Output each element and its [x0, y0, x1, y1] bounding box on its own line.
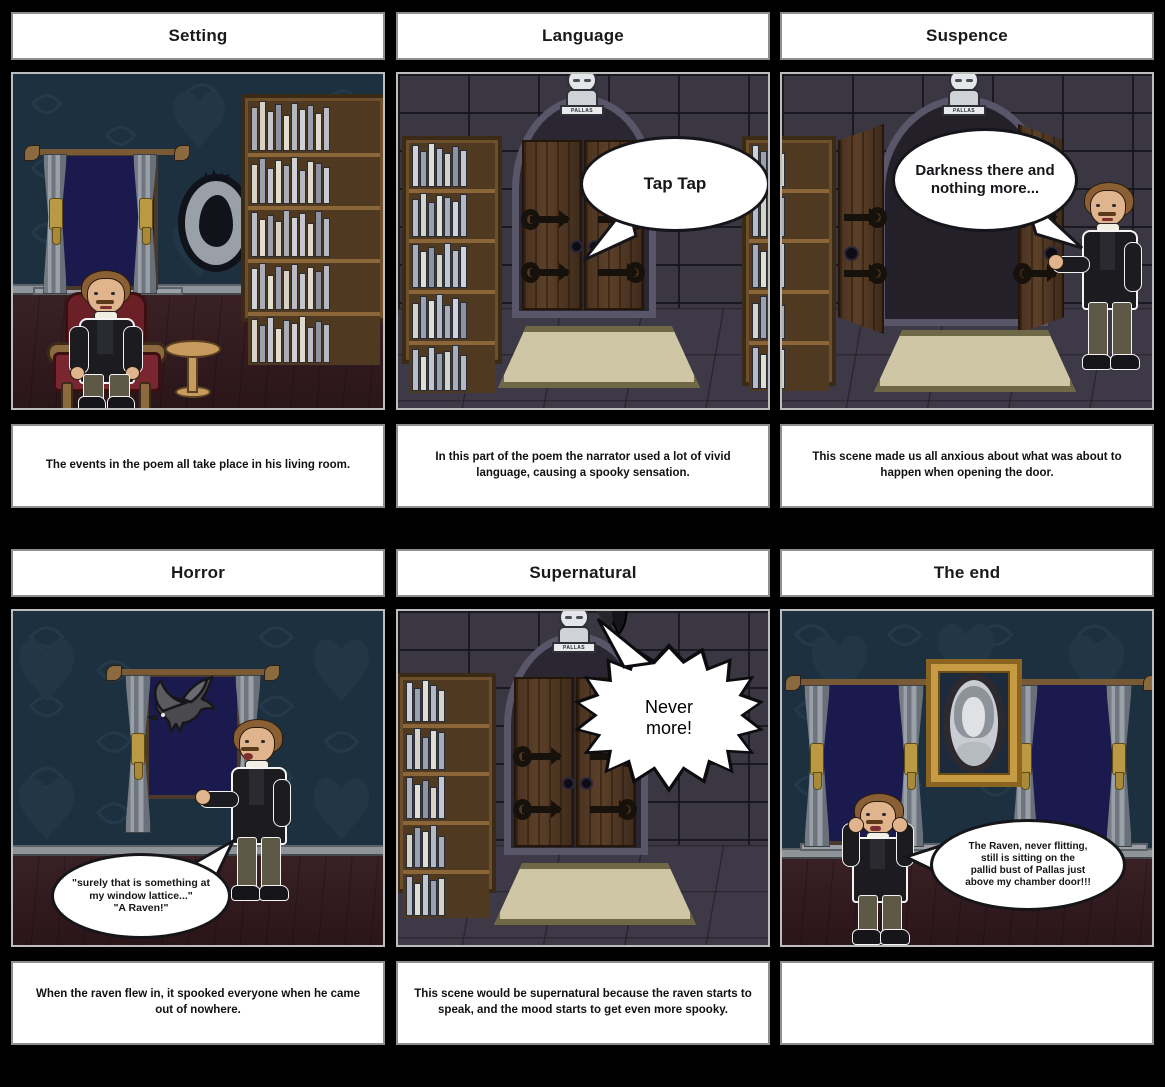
curtain-rod-right — [993, 675, 1152, 691]
burst-line-2: more! — [645, 718, 692, 738]
bust-plinth: PALLAS — [552, 642, 596, 653]
caption-text: When the raven flew in, it spooked every… — [35, 988, 360, 1016]
panel-scene-supernatural: PALLAS Never more! — [396, 609, 770, 947]
bookcase-shelf — [248, 101, 380, 157]
burst-line-1: Never — [644, 697, 693, 717]
speech-bubble-raven-quote: "surely that is something at my window l… — [51, 853, 231, 939]
lenore-body — [956, 741, 992, 766]
door-hinge-lower-right — [598, 269, 636, 276]
panel-title-text: Supernatural — [529, 563, 637, 582]
panel-caption-the-end — [780, 961, 1154, 1045]
bust-plinth: PALLAS — [942, 105, 986, 116]
panel-scene-horror: "surely that is something at my window l… — [11, 609, 385, 947]
bookcase-shelf — [248, 263, 380, 316]
speech-line-4: above my chamber door!!! — [965, 877, 1091, 889]
bookcase-shelf — [248, 157, 380, 210]
floor-rug — [874, 330, 1076, 392]
curtain-tieback-left — [49, 198, 63, 245]
bookcase-left — [398, 673, 496, 918]
storyboard-canvas: Setting The events in the poem all take … — [0, 0, 1165, 1087]
speech-line-1: The Raven, never flitting, — [968, 840, 1088, 852]
panel-title-the-end: The end — [780, 549, 1154, 597]
door-left-open — [838, 124, 884, 334]
panel-caption-setting: The events in the poem all take place in… — [11, 424, 385, 508]
speech-line-3: pallid bust of Pallas just — [970, 865, 1086, 876]
panel-title-text: The end — [933, 563, 1001, 582]
curtain-tieback-left-a — [810, 743, 824, 790]
panel-title-language: Language — [396, 12, 770, 60]
caption-text: This scene would be supernatural because… — [414, 988, 752, 1016]
panel-title-text: Setting — [168, 26, 228, 45]
door-hinge-upper-left — [513, 746, 562, 767]
door-knob-left[interactable] — [844, 246, 859, 261]
bookcase-left — [782, 136, 836, 391]
panel-caption-horror: When the raven flew in, it spooked every… — [11, 961, 385, 1045]
panel-title-text: Language — [542, 26, 624, 45]
curtain-tieback-right-b — [1112, 743, 1126, 790]
panel-scene-setting — [11, 72, 385, 410]
bust-plinth: PALLAS — [560, 105, 604, 116]
burst-bubble-tail — [596, 617, 656, 669]
panel-title-text: Horror — [170, 563, 226, 582]
panel-title-text: Suspence — [926, 26, 1008, 45]
pallas-bust: PALLAS — [558, 74, 606, 118]
door-hinge-lower-left — [844, 270, 878, 277]
panel-caption-language: In this part of the poem the narrator us… — [396, 424, 770, 508]
speech-line-2: my window lattice..." — [89, 889, 193, 902]
panel-scene-suspence: PALLAS Darkness there and nothing more..… — [780, 72, 1154, 410]
curtain-rod-left — [785, 675, 951, 691]
panel-title-supernatural: Supernatural — [396, 549, 770, 597]
caption-text: The events in the poem all take place in… — [45, 459, 351, 472]
speech-bubble-final-quote: The Raven, never flitting, still is sitt… — [930, 819, 1126, 911]
door-hinge-upper-left — [521, 209, 570, 230]
pallas-bust: PALLAS — [940, 74, 988, 118]
portrait-oval-lenore — [943, 673, 1005, 773]
door-hinge-lower-right — [1013, 263, 1058, 284]
curtain-tieback-left-b — [904, 743, 918, 790]
door-knob-left[interactable] — [562, 777, 575, 790]
door-hinge-upper-left — [844, 214, 878, 221]
raven-flying-icon — [147, 675, 215, 733]
caption-text: This scene made us all anxious about wha… — [812, 451, 1122, 479]
speech-text: Darkness there and nothing more... — [915, 161, 1055, 197]
speech-bubble-darkness: Darkness there and nothing more... — [892, 128, 1078, 232]
door-hinge-lower-right — [590, 806, 628, 813]
speech-bubble-tap-tap: Tap Tap — [580, 136, 768, 232]
panel-title-horror: Horror — [11, 549, 385, 597]
speech-line-3: "A Raven!" — [113, 902, 169, 915]
bust-plinth-label: PALLAS — [562, 644, 586, 651]
panel-scene-language: PALLAS Tap Tap — [396, 72, 770, 410]
curtain-tieback-right — [139, 198, 153, 245]
bookcase-shelf — [248, 316, 380, 365]
panel-caption-supernatural: This scene would be supernatural because… — [396, 961, 770, 1045]
portrait-frame-lenore — [926, 659, 1022, 787]
speech-text: Tap Tap — [643, 173, 707, 193]
bookcase-left — [402, 136, 502, 393]
character-poe-seated — [67, 270, 143, 408]
speech-line-1: "surely that is something at — [71, 876, 210, 889]
floor-rug — [494, 863, 696, 925]
caption-text: In this part of the poem the narrator us… — [435, 451, 731, 479]
panel-scene-the-end: The Raven, never flitting, still is sitt… — [780, 609, 1154, 947]
bust-plinth-label: PALLAS — [570, 107, 594, 114]
bookcase — [241, 94, 383, 365]
bookcase-shelf — [248, 210, 380, 263]
speech-line-2: still is sitting on the — [981, 852, 1075, 864]
panel-title-suspence: Suspence — [780, 12, 1154, 60]
panel-caption-suspence: This scene made us all anxious about wha… — [780, 424, 1154, 508]
door-knob-right[interactable] — [580, 777, 593, 790]
floor-rug — [498, 326, 700, 388]
panel-title-setting: Setting — [11, 12, 385, 60]
bust-plinth-label: PALLAS — [952, 107, 976, 114]
side-table-top — [165, 340, 221, 358]
door-hinge-lower-left — [513, 799, 562, 820]
door-hinge-lower-left — [521, 262, 570, 283]
